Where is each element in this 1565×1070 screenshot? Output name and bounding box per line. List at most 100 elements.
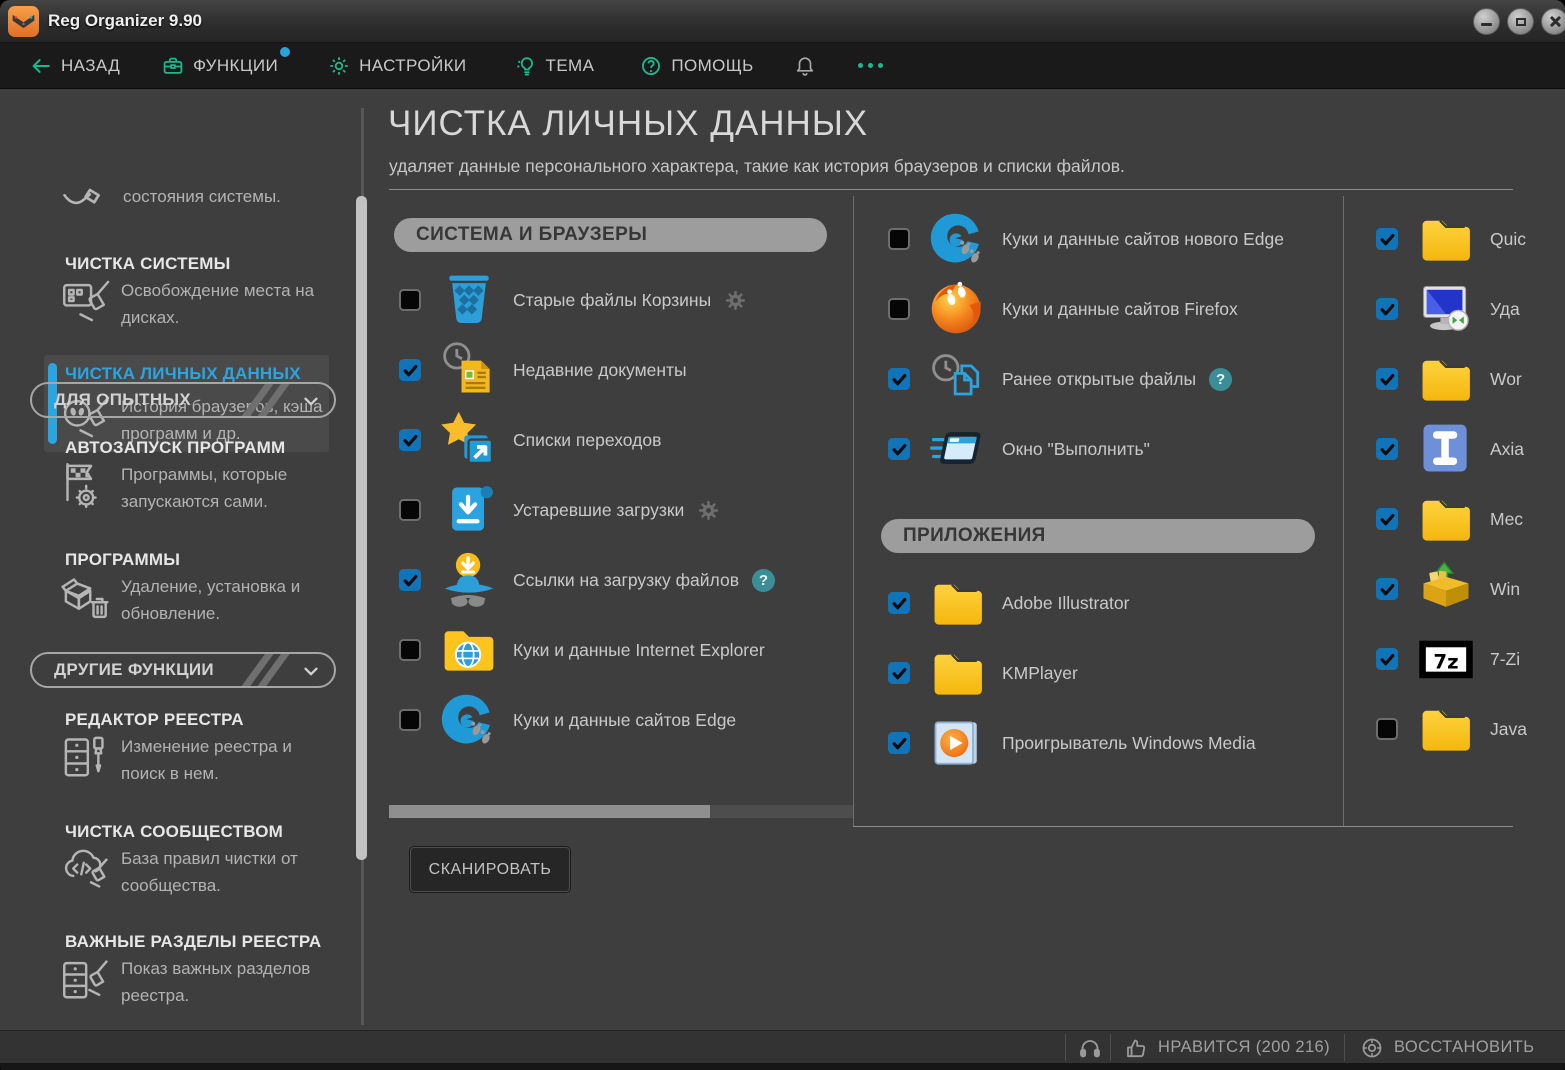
item-remote-desktop[interactable]: Уда xyxy=(1376,274,1565,344)
winrar-icon xyxy=(1414,557,1478,621)
nav-settings-button[interactable]: НАСТРОЙКИ xyxy=(328,55,466,77)
checkbox[interactable] xyxy=(888,662,910,684)
item-settings-gear-icon[interactable] xyxy=(724,289,747,312)
item-label: Куки и данные сайтов Firefox xyxy=(1002,299,1238,320)
sidebar-item-system-cleanup[interactable]: ЧИСТКА СИСТЕМЫ Освобождение места на дис… xyxy=(65,254,345,331)
item-label: Quic xyxy=(1490,229,1526,250)
item-adobe-illustrator[interactable]: Adobe Illustrator xyxy=(888,568,1256,638)
checkbox[interactable] xyxy=(888,228,910,250)
download-links-icon xyxy=(437,548,501,612)
windows-media-player-icon xyxy=(926,711,990,775)
checkbox[interactable] xyxy=(1376,578,1398,600)
sidebar-item-programs[interactable]: ПРОГРАММЫ Удаление, установка и обновлен… xyxy=(65,550,345,627)
restore-button[interactable]: ВОССТАНОВИТЬ xyxy=(1360,1031,1534,1064)
maximize-icon xyxy=(1516,18,1526,26)
nav-back-label: НАЗАД xyxy=(61,56,120,76)
programs-icon xyxy=(61,573,113,625)
item-old-recycle-files[interactable]: Старые файлы Корзины xyxy=(399,265,775,335)
chevron-down-icon xyxy=(300,390,322,412)
help-circle-icon[interactable] xyxy=(752,569,775,592)
checkbox[interactable] xyxy=(1376,438,1398,460)
item-7zip[interactable]: 7-Zi xyxy=(1376,624,1565,694)
like-button[interactable]: НРАВИТСЯ (200 216) xyxy=(1124,1031,1330,1064)
item-label: Ссылки на загрузку файлов xyxy=(513,570,739,591)
sidebar-item-partial[interactable]: состояния системы. xyxy=(60,183,281,211)
item-ie-cookies[interactable]: Куки и данные Internet Explorer xyxy=(399,615,775,685)
notifications-bell-button[interactable] xyxy=(794,55,816,77)
item-new-edge-cookies[interactable]: Куки и данные сайтов нового Edge xyxy=(888,204,1284,274)
item-media[interactable]: Mec xyxy=(1376,484,1565,554)
item-label: Устаревшие загрузки xyxy=(513,500,684,521)
ellipsis-icon xyxy=(858,63,883,68)
item-label: Окно "Выполнить" xyxy=(1002,439,1150,460)
sidebar-group-advanced[interactable]: ДЛЯ ОПЫТНЫХ xyxy=(30,382,336,418)
checkbox[interactable] xyxy=(1376,228,1398,250)
system-cleanup-icon xyxy=(61,277,113,329)
checkbox[interactable] xyxy=(399,639,421,661)
horizontal-scrollbar-track[interactable] xyxy=(389,805,853,818)
nav-back-button[interactable]: НАЗАД xyxy=(30,55,120,77)
item-run-window[interactable]: Окно "Выполнить" xyxy=(888,414,1284,484)
scan-button[interactable]: СКАНИРОВАТЬ xyxy=(410,847,570,892)
item-label: 7-Zi xyxy=(1490,649,1520,670)
item-windows-media-player[interactable]: Проигрыватель Windows Media xyxy=(888,708,1256,778)
item-old-downloads[interactable]: Устаревшие загрузки xyxy=(399,475,775,545)
item-jump-lists[interactable]: Списки переходов xyxy=(399,405,775,475)
checkbox[interactable] xyxy=(399,359,421,381)
checkbox[interactable] xyxy=(399,289,421,311)
maximize-button[interactable] xyxy=(1507,8,1534,35)
run-window-icon xyxy=(926,417,990,481)
checkbox[interactable] xyxy=(888,368,910,390)
checkbox[interactable] xyxy=(888,732,910,754)
item-edge-cookies[interactable]: Куки и данные сайтов Edge xyxy=(399,685,775,755)
item-java[interactable]: Java xyxy=(1376,694,1565,764)
nav-theme-button[interactable]: ТЕМА xyxy=(515,55,595,77)
folder-icon xyxy=(1414,697,1478,761)
support-button[interactable] xyxy=(1078,1031,1102,1064)
checkbox[interactable] xyxy=(888,438,910,460)
headphones-icon xyxy=(1078,1036,1102,1060)
checkbox[interactable] xyxy=(399,429,421,451)
help-circle-icon[interactable] xyxy=(1209,368,1232,391)
firefox-icon xyxy=(926,277,990,341)
checkbox[interactable] xyxy=(1376,298,1398,320)
item-axialis[interactable]: Axia xyxy=(1376,414,1565,484)
checkbox[interactable] xyxy=(1376,648,1398,670)
sidebar-group-other[interactable]: ДРУГИЕ ФУНКЦИИ xyxy=(30,652,336,688)
nav-help-button[interactable]: ПОМОЩЬ xyxy=(640,55,753,77)
restore-icon xyxy=(1360,1036,1384,1060)
more-menu-button[interactable] xyxy=(858,63,883,68)
footer-separator xyxy=(1344,1034,1345,1061)
recent-files-icon xyxy=(926,347,990,411)
horizontal-scrollbar-thumb[interactable] xyxy=(389,805,710,818)
checkbox[interactable] xyxy=(399,499,421,521)
item-firefox-cookies[interactable]: Куки и данные сайтов Firefox xyxy=(888,274,1284,344)
sidebar-scrollbar-thumb[interactable] xyxy=(356,196,367,860)
sidebar-item-registry-editor[interactable]: РЕДАКТОР РЕЕСТРА Изменение реестра и пои… xyxy=(65,710,345,787)
sidebar-item-autorun[interactable]: АВТОЗАПУСК ПРОГРАММ Программы, которые з… xyxy=(65,438,345,515)
item-quicktime[interactable]: Quic xyxy=(1376,204,1565,274)
nav-functions-button[interactable]: ФУНКЦИИ xyxy=(162,55,278,77)
back-arrow-icon xyxy=(30,55,52,77)
item-kmplayer[interactable]: KMPlayer xyxy=(888,638,1256,708)
checkbox[interactable] xyxy=(888,298,910,320)
item-recent-documents[interactable]: Недавние документы xyxy=(399,335,775,405)
item-word[interactable]: Wor xyxy=(1376,344,1565,414)
checkbox[interactable] xyxy=(399,709,421,731)
minimize-button[interactable] xyxy=(1473,8,1500,35)
sidebar-item-registry-keys[interactable]: ВАЖНЫЕ РАЗДЕЛЫ РЕЕСТРА Показ важных разд… xyxy=(65,932,345,1009)
column-applications: Adobe Illustrator KMPlayer Проигрыватель… xyxy=(888,568,1256,778)
sidebar-item-community-cleanup[interactable]: ЧИСТКА СООБЩЕСТВОМ База правил чистки от… xyxy=(65,822,345,899)
restore-label: ВОССТАНОВИТЬ xyxy=(1394,1038,1534,1057)
checkbox[interactable] xyxy=(1376,718,1398,740)
item-settings-gear-icon[interactable] xyxy=(697,499,720,522)
item-previously-opened-files[interactable]: Ранее открытые файлы xyxy=(888,344,1284,414)
item-download-links[interactable]: Ссылки на загрузку файлов xyxy=(399,545,775,615)
checkbox[interactable] xyxy=(1376,368,1398,390)
item-winrar[interactable]: Win xyxy=(1376,554,1565,624)
checkbox[interactable] xyxy=(399,569,421,591)
close-button[interactable] xyxy=(1541,8,1565,35)
checkbox[interactable] xyxy=(888,592,910,614)
column-system-browsers: Старые файлы Корзины Недавние документы … xyxy=(399,265,775,755)
checkbox[interactable] xyxy=(1376,508,1398,530)
